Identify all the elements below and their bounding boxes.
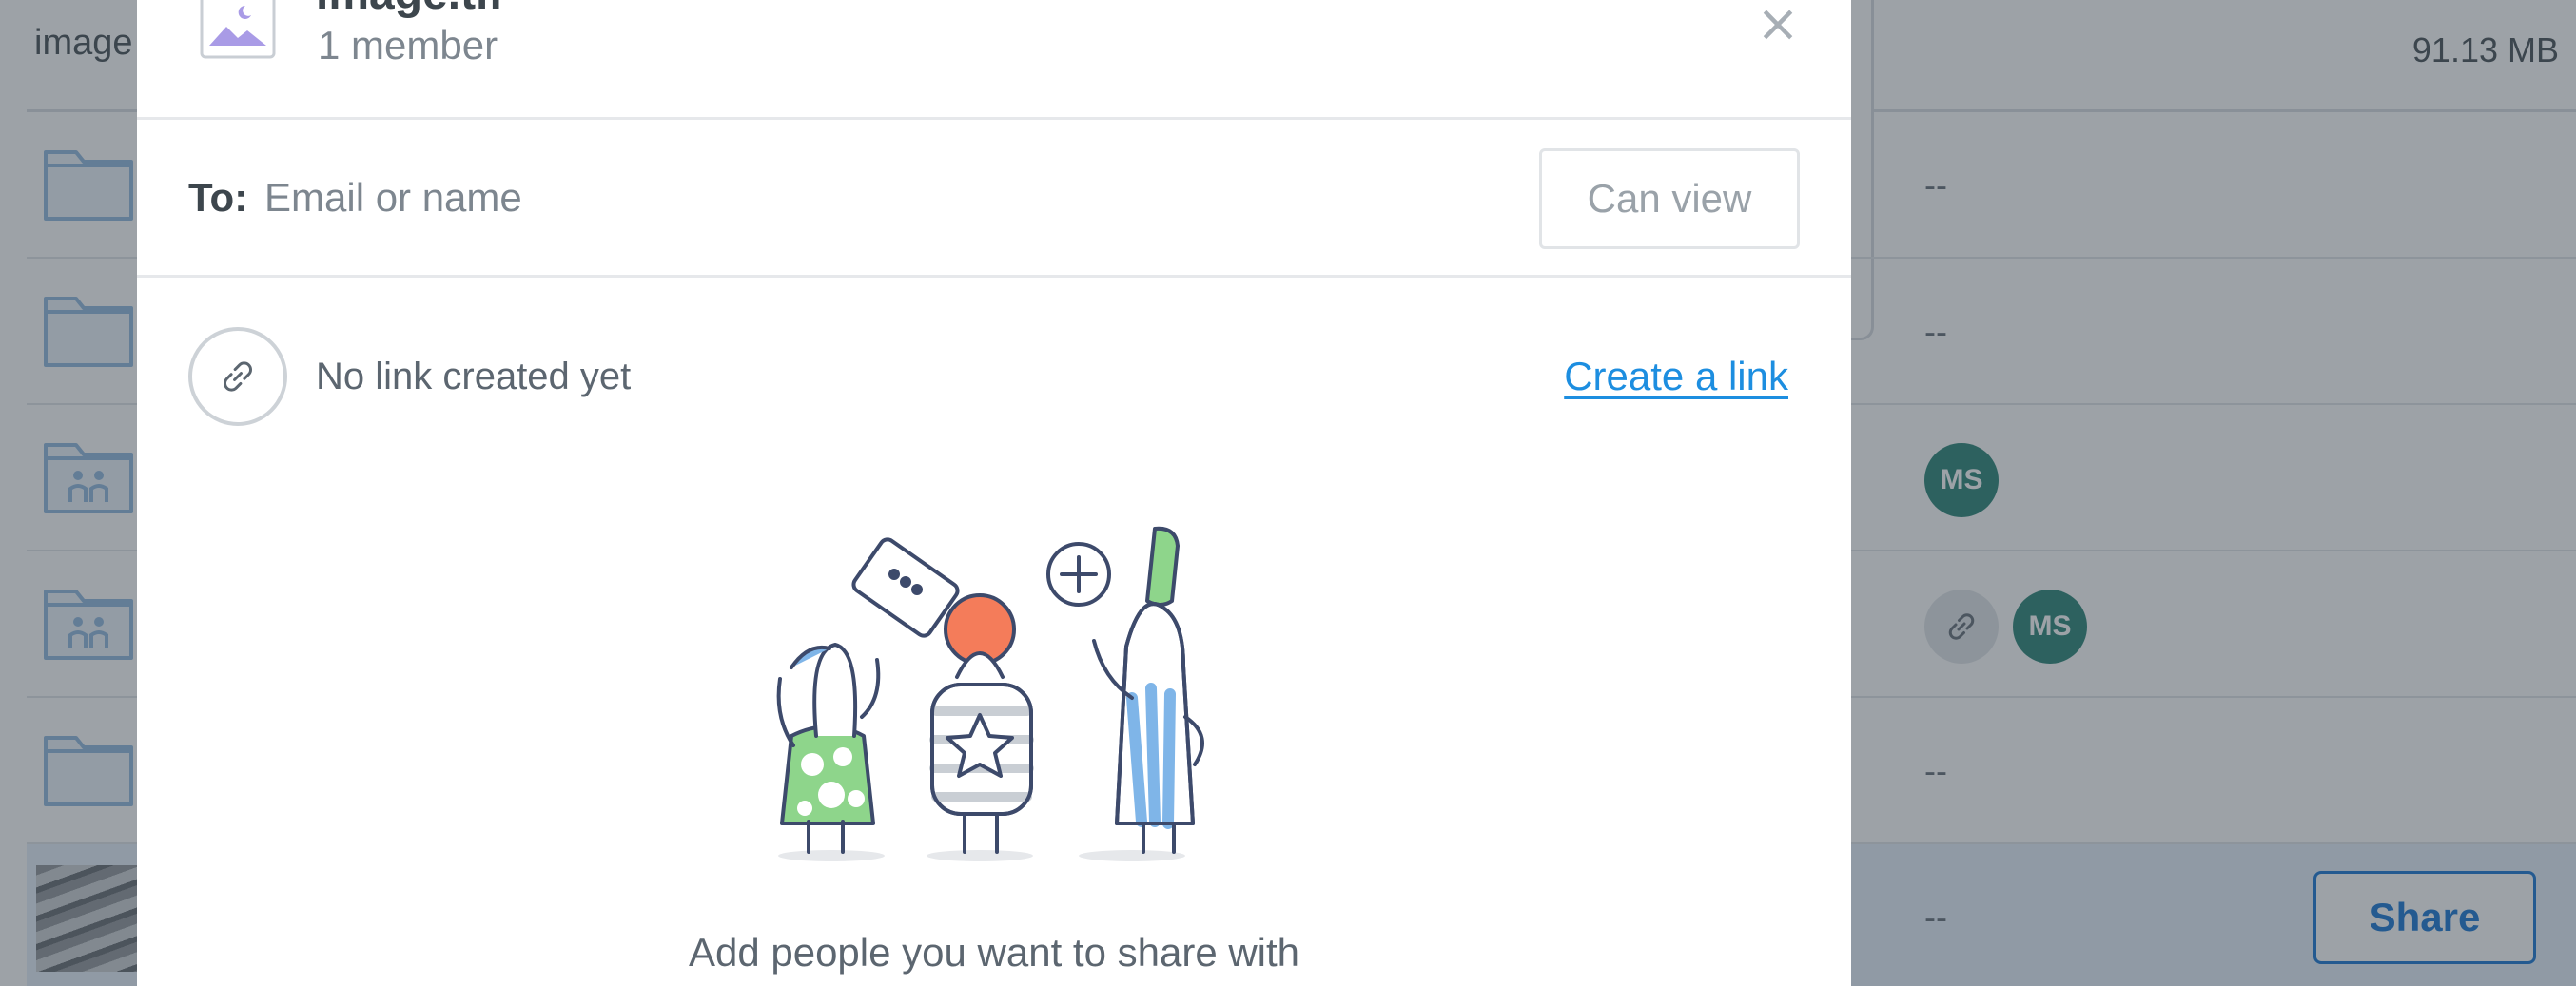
link-status: No link created yet [316,356,632,397]
to-label: To: [188,175,248,220]
modal-header: image.tif 1 member × [137,0,1851,120]
link-icon [188,327,287,426]
create-link[interactable]: Create a link [1564,354,1788,399]
share-illustration [776,526,1204,861]
link-row: No link created yet Create a link [137,278,1851,439]
recipient-row: To: Can view [137,120,1851,278]
permission-dropdown[interactable]: Can view [1539,148,1800,249]
file-name: image.tif [316,0,503,20]
empty-state-message: Add people you want to share with [688,930,1300,975]
close-icon[interactable]: × [1754,0,1802,49]
recipient-input[interactable] [264,158,1501,238]
image-file-icon [200,0,276,59]
member-count: 1 member [318,23,498,68]
share-modal: image.tif 1 member × To: Can view No lin… [137,0,1851,986]
